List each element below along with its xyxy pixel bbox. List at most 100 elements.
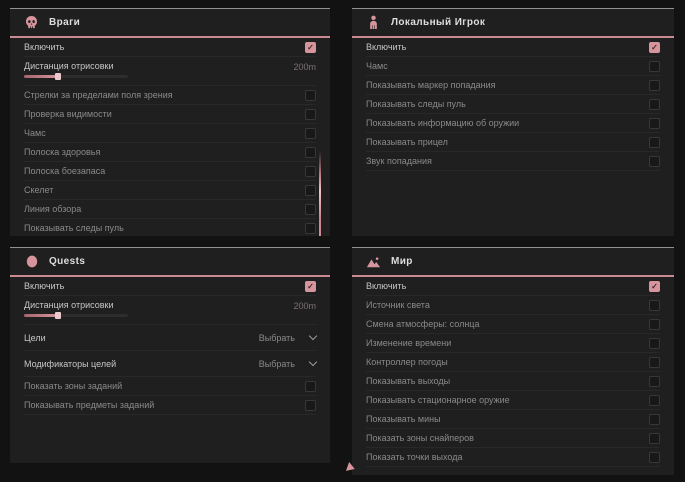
toggle-row: Стрелки за пределами поля зрения — [24, 86, 316, 105]
setting-label: Включить — [366, 42, 406, 52]
checkbox[interactable] — [305, 128, 316, 139]
setting-label: Дистанция отрисовки — [24, 300, 128, 310]
slider[interactable] — [24, 75, 128, 78]
setting-label: Цели — [24, 333, 46, 343]
toggle-row: Смена атмосферы: солнца — [366, 315, 660, 334]
checkbox[interactable] — [649, 452, 660, 463]
toggle-row: Линия обзора — [24, 200, 316, 219]
setting-label: Чамс — [366, 61, 388, 71]
checkbox[interactable] — [305, 204, 316, 215]
toggle-row: Показать зоны заданий — [24, 377, 316, 396]
checkbox[interactable] — [649, 300, 660, 311]
toggle-row: Включить✓ — [24, 38, 316, 57]
panel-title: Quests — [49, 256, 85, 267]
toggle-row: Показывать следы пуль — [366, 95, 660, 114]
toggle-row: Проверка видимости — [24, 105, 316, 124]
quest-orb-icon — [24, 254, 39, 269]
checkbox[interactable] — [649, 99, 660, 110]
scrollbar[interactable] — [319, 151, 321, 236]
panel-world-header: Мир — [352, 248, 674, 277]
checkbox[interactable] — [649, 414, 660, 425]
panel-local-player-header: Локальный Игрок — [352, 9, 674, 38]
slider-thumb[interactable] — [55, 73, 61, 80]
slider-fill — [24, 75, 58, 78]
setting-label: Чамс — [24, 128, 46, 138]
checkbox[interactable] — [649, 395, 660, 406]
slider-value: 200m — [293, 300, 316, 311]
chevron-down-icon — [309, 332, 317, 340]
setting-label: Показывать маркер попадания — [366, 80, 496, 90]
panel-enemies: Враги Включить✓ Дистанция отрисовки 200m Ст… — [10, 8, 330, 236]
checkbox[interactable]: ✓ — [305, 42, 316, 53]
checkbox[interactable] — [649, 80, 660, 91]
toggle-row: Показать точки выхода — [366, 448, 660, 467]
checkbox[interactable]: ✓ — [649, 281, 660, 292]
mountains-icon — [366, 254, 381, 269]
toggle-row: Показывать выходы — [366, 372, 660, 391]
panel-local-player: Локальный Игрок Включить ✓ Чамс Показывать … — [352, 8, 674, 236]
toggle-row: Полоска боезапаса — [24, 162, 316, 181]
slider-value: 200m — [293, 61, 316, 72]
checkbox[interactable]: ✓ — [649, 42, 660, 53]
checkbox[interactable] — [649, 319, 660, 330]
chevron-down-icon — [309, 358, 317, 366]
checkbox[interactable] — [305, 166, 316, 177]
setting-label: Смена атмосферы: солнца — [366, 319, 479, 329]
checkbox[interactable] — [649, 61, 660, 72]
setting-label: Источник света — [366, 300, 430, 310]
panel-quests-header: Quests — [10, 248, 330, 277]
setting-label: Полоска здоровья — [24, 147, 100, 157]
panel-local-player-body: Включить ✓ Чамс Показывать маркер попадания… — [352, 38, 674, 171]
checkbox[interactable] — [649, 118, 660, 129]
select-value: Выбрать — [259, 333, 295, 343]
setting-label: Показать точки выхода — [366, 452, 462, 462]
checkbox[interactable] — [649, 433, 660, 444]
setting-label: Проверка видимости — [24, 109, 112, 119]
setting-label: Показывать информацию об оружии — [366, 118, 519, 128]
panel-title: Мир — [391, 256, 413, 267]
toggle-row: Включить ✓ — [366, 277, 660, 296]
setting-label: Показывать мины — [366, 414, 441, 424]
checkbox[interactable] — [305, 223, 316, 234]
setting-label: Показывать стационарное оружие — [366, 395, 510, 405]
setting-label: Стрелки за пределами поля зрения — [24, 90, 173, 100]
slider-group: Дистанция отрисовки — [24, 300, 128, 317]
setting-label: Показывать прицел — [366, 137, 448, 147]
checkbox[interactable] — [649, 338, 660, 349]
checkbox[interactable] — [649, 156, 660, 167]
checkbox[interactable] — [305, 185, 316, 196]
slider[interactable] — [24, 314, 128, 317]
checkbox[interactable] — [305, 400, 316, 411]
toggle-row: Изменение времени — [366, 334, 660, 353]
toggle-row: Показывать следы пуль — [24, 219, 316, 236]
setting-label: Скелет — [24, 185, 53, 195]
panel-world-body: Включить ✓ Источник света Смена атмосферы: … — [352, 277, 674, 467]
player-icon — [366, 15, 381, 30]
select-dropdown[interactable]: Выбрать — [259, 333, 316, 343]
checkbox[interactable] — [305, 381, 316, 392]
slider-fill — [24, 314, 58, 317]
checkbox[interactable] — [305, 109, 316, 120]
slider-thumb[interactable] — [55, 312, 61, 319]
panel-title: Враги — [49, 17, 80, 28]
setting-label: Контроллер погоды — [366, 357, 448, 367]
toggle-row: Показывать прицел — [366, 133, 660, 152]
select-dropdown[interactable]: Выбрать — [259, 359, 316, 369]
setting-label: Включить — [366, 281, 406, 291]
setting-label: Звук попадания — [366, 156, 432, 166]
panel-enemies-body: Включить✓ Дистанция отрисовки 200m Стрелки … — [10, 38, 330, 236]
toggle-row: Скелет — [24, 181, 316, 200]
checkbox[interactable] — [305, 90, 316, 101]
checkbox[interactable] — [649, 137, 660, 148]
setting-label: Показать зоны снайперов — [366, 433, 474, 443]
checkbox[interactable] — [649, 376, 660, 387]
setting-label: Дистанция отрисовки — [24, 61, 128, 71]
setting-label: Полоска боезапаса — [24, 166, 105, 176]
checkbox[interactable] — [649, 357, 660, 368]
skull-icon — [24, 15, 39, 30]
setting-label: Включить — [24, 281, 64, 291]
checkbox[interactable]: ✓ — [305, 281, 316, 292]
checkbox[interactable] — [305, 147, 316, 158]
toggle-row: Показывать маркер попадания — [366, 76, 660, 95]
select-value: Выбрать — [259, 359, 295, 369]
